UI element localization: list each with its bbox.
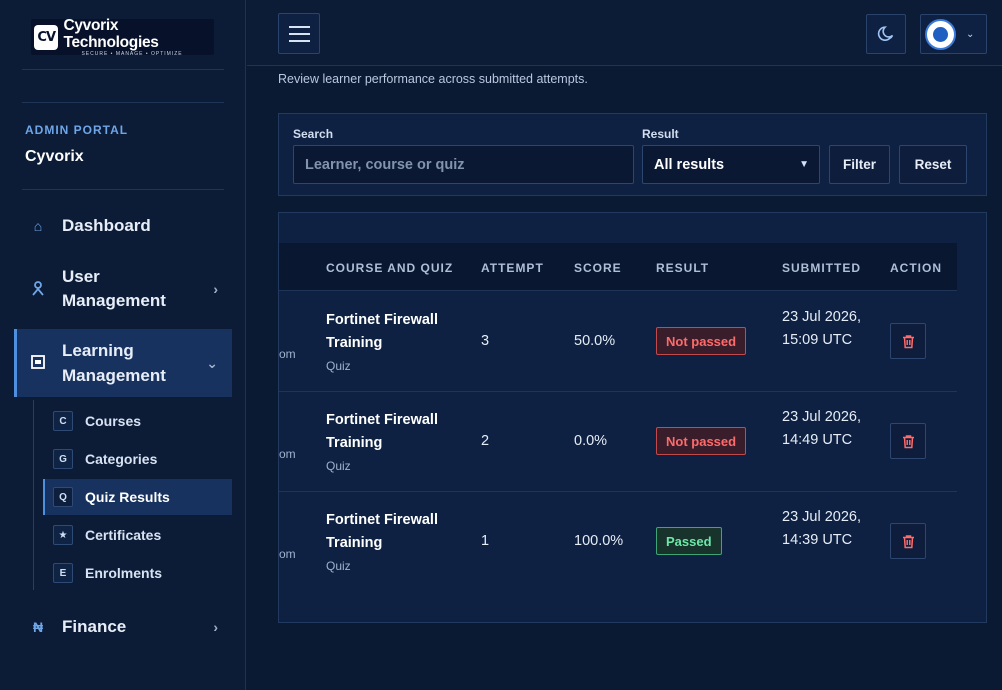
column-header: RESULT	[656, 261, 710, 275]
trash-icon	[902, 334, 914, 348]
nav-item-finance[interactable]: ₦ Finance ›	[14, 609, 232, 645]
results-table: COURSE AND QUIZ ATTEMPT SCORE RESULT SUB…	[278, 212, 987, 623]
top-bar: ⌄	[247, 0, 1002, 66]
nav-label: Finance	[62, 617, 127, 636]
score-cell: 100.0%	[574, 533, 624, 549]
divider	[22, 102, 224, 103]
column-header: ATTEMPT	[481, 261, 544, 275]
sub-label: Categories	[85, 451, 158, 467]
attempt-cell: 2	[481, 433, 490, 449]
delete-button[interactable]	[890, 423, 926, 459]
column-header: ACTION	[890, 261, 942, 275]
score-cell: 50.0%	[574, 333, 616, 349]
categories-icon: G	[53, 449, 73, 469]
brand-name: Cyvorix Technologies	[63, 16, 159, 51]
result-select-value: All results	[654, 156, 725, 173]
book-icon	[28, 354, 48, 372]
sub-label: Certificates	[85, 527, 162, 543]
table-row: om Fortinet Firewall Training Quiz 2 0.0…	[279, 392, 957, 492]
moon-icon	[877, 26, 894, 41]
nav-label: User Management	[62, 267, 166, 310]
sidebar-item-courses[interactable]: C Courses	[43, 403, 232, 439]
profile-menu-button[interactable]: ⌄	[920, 14, 987, 54]
hamburger-icon	[288, 23, 310, 44]
quiz-type: Quiz	[326, 459, 351, 473]
page-subtitle: Review learner performance across submit…	[278, 72, 588, 86]
search-input[interactable]	[293, 145, 634, 184]
sub-label: Enrolments	[85, 565, 163, 581]
column-header: COURSE AND QUIZ	[326, 261, 454, 275]
sidebar-item-quiz-results[interactable]: Q Quiz Results	[43, 479, 232, 515]
chevron-down-icon: ▼	[799, 159, 809, 170]
learner-email-cell: om	[279, 447, 296, 461]
menu-toggle-button[interactable]	[278, 13, 320, 54]
courses-icon: C	[53, 411, 73, 431]
status-badge: Not passed	[656, 327, 747, 355]
quiz-icon: Q	[53, 487, 73, 507]
nav-label: Learning Management	[62, 341, 166, 385]
attempt-cell: 1	[481, 533, 490, 549]
currency-icon: ₦	[32, 619, 44, 635]
submitted-cell: 23 Jul 2026, 14:39 UTC	[782, 509, 862, 548]
sidebar-item-certificates[interactable]: ★ Certificates	[43, 517, 232, 553]
table-header: COURSE AND QUIZ ATTEMPT SCORE RESULT SUB…	[279, 243, 957, 291]
chevron-right-icon: ›	[213, 619, 218, 635]
course-name: Fortinet Firewall Training	[326, 512, 438, 551]
brand-tagline: SECURE • MANAGE • OPTIMIZE	[81, 50, 183, 57]
user-icon	[28, 280, 48, 299]
trash-icon	[902, 534, 914, 548]
quiz-type: Quiz	[326, 559, 351, 573]
nav-item-dashboard[interactable]: ⌂ Dashboard	[14, 208, 232, 244]
column-header: SUBMITTED	[782, 261, 861, 275]
chevron-down-icon: ⌄	[206, 354, 218, 371]
submenu-line	[33, 400, 34, 590]
nav-item-learning-management[interactable]: Learning Management ⌄	[14, 329, 232, 397]
result-select[interactable]: All results ▼	[642, 145, 820, 184]
theme-toggle-button[interactable]	[866, 14, 906, 54]
nav-label: Dashboard	[62, 216, 151, 235]
status-badge: Passed	[656, 527, 722, 555]
brand-logo[interactable]: CV Cyvorix Technologies SECURE • MANAGE …	[31, 16, 214, 57]
reset-button[interactable]: Reset	[899, 145, 967, 184]
delete-button[interactable]	[890, 523, 926, 559]
learner-email-cell: om	[279, 547, 296, 561]
trash-icon	[902, 434, 914, 448]
sub-label: Quiz Results	[85, 489, 170, 505]
column-header: SCORE	[574, 261, 622, 275]
submitted-cell: 23 Jul 2026, 15:09 UTC	[782, 309, 862, 348]
table-row: om Fortinet Firewall Training Quiz 3 50.…	[279, 292, 957, 392]
portal-label: ADMIN PORTAL	[25, 123, 129, 137]
divider	[22, 69, 224, 70]
star-icon: ★	[53, 525, 73, 545]
filter-panel: Search Result All results ▼ Filter Reset	[278, 113, 987, 196]
chevron-down-icon: ⌄	[966, 28, 975, 40]
submitted-cell: 23 Jul 2026, 14:49 UTC	[782, 409, 862, 448]
delete-button[interactable]	[890, 323, 926, 359]
divider	[22, 189, 224, 190]
search-label: Search	[293, 127, 334, 141]
avatar	[925, 18, 956, 50]
status-badge: Not passed	[656, 427, 747, 455]
sub-label: Courses	[85, 413, 142, 429]
result-label: Result	[642, 127, 679, 141]
table-row: om Fortinet Firewall Training Quiz 1 100…	[279, 492, 957, 592]
enrolments-icon: E	[53, 563, 73, 583]
sidebar-item-categories[interactable]: G Categories	[43, 441, 232, 477]
nav-item-user-management[interactable]: User Management ›	[14, 262, 232, 316]
score-cell: 0.0%	[574, 433, 608, 449]
brand-mark-icon: CV	[34, 24, 59, 50]
learner-email-cell: om	[279, 347, 296, 361]
portal-name: Cyvorix	[25, 148, 84, 165]
quiz-type: Quiz	[326, 359, 351, 373]
course-name: Fortinet Firewall Training	[326, 312, 438, 351]
course-name: Fortinet Firewall Training	[326, 412, 438, 451]
attempt-cell: 3	[481, 333, 490, 349]
home-icon: ⌂	[33, 218, 43, 234]
sidebar-item-enrolments[interactable]: E Enrolments	[43, 555, 232, 591]
filter-button[interactable]: Filter	[829, 145, 890, 184]
sidebar: CV Cyvorix Technologies SECURE • MANAGE …	[0, 0, 246, 690]
chevron-right-icon: ›	[213, 281, 218, 297]
